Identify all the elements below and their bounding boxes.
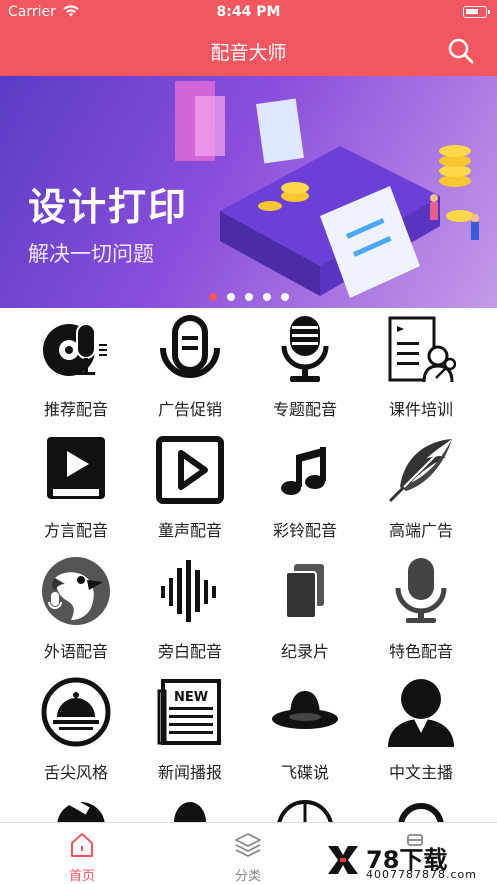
sound-wave-icon — [161, 560, 216, 622]
category-label: 专题配音 — [272, 400, 337, 419]
food-cloche-icon — [41, 677, 111, 747]
banner-page-indicator[interactable] — [0, 286, 497, 305]
home-icon — [71, 833, 93, 857]
category-label: 纪录片 — [280, 642, 329, 661]
category-item-foreign[interactable]: 外语配音 — [16, 550, 136, 671]
category-label: 高端广告 — [388, 521, 453, 540]
category-label: 新闻播报 — [157, 763, 222, 782]
category-label: 方言配音 — [43, 521, 108, 540]
studio-microphone-icon — [281, 316, 329, 382]
page-dot[interactable] — [208, 293, 217, 301]
category-label: 广告促销 — [157, 400, 222, 419]
vinyl-mic-icon — [43, 323, 107, 376]
tab-label: 首页 — [68, 869, 95, 884]
page-dot[interactable] — [244, 293, 253, 301]
presentation-teacher-icon — [388, 316, 456, 383]
play-square-icon — [156, 436, 224, 504]
category-item-ringtone[interactable]: 彩铃配音 — [245, 429, 365, 550]
category-item-topic[interactable]: 专题配音 — [245, 308, 365, 429]
category-item-child-voice[interactable]: 童声配音 — [130, 429, 250, 550]
partial-category-icon — [57, 798, 105, 822]
category-label: 舌尖风格 — [43, 763, 108, 782]
music-note-icon — [281, 447, 326, 495]
layers-icon — [235, 833, 261, 857]
ufo-hat-icon — [272, 691, 338, 729]
watermark-logo-icon — [328, 846, 358, 874]
category-item-documentary[interactable]: 纪录片 — [245, 550, 365, 671]
desk-microphone-icon — [395, 558, 447, 623]
navigation-bar: 配音大师 — [0, 26, 497, 76]
partial-category-icon — [398, 803, 444, 822]
category-item-news[interactable]: NEW 新闻播报 — [130, 671, 250, 792]
category-item-recommend[interactable]: 推荐配音 — [16, 308, 136, 429]
video-book-icon — [47, 437, 105, 499]
category-label: 飞碟说 — [280, 763, 329, 782]
category-item-premium-ads[interactable]: 高端广告 — [361, 429, 481, 550]
page-dot[interactable] — [226, 293, 235, 301]
category-item-tongue-style[interactable]: 舌尖风格 — [16, 671, 136, 792]
copy-cards-icon — [285, 564, 324, 619]
newspaper-icon: NEW — [157, 679, 221, 745]
partial-category-icon — [277, 799, 333, 822]
search-icon[interactable] — [447, 37, 475, 65]
microphone-ring-icon — [160, 315, 220, 378]
battery-icon — [463, 6, 490, 18]
partial-category-icon — [174, 802, 206, 822]
category-label: 旁白配音 — [157, 642, 222, 661]
category-item-ads[interactable]: 广告促销 — [130, 308, 250, 429]
category-item-partial[interactable] — [361, 792, 481, 822]
category-item-partial[interactable] — [16, 792, 136, 822]
feather-icon — [388, 439, 452, 503]
category-label: 彩铃配音 — [272, 521, 337, 540]
category-item-dialect[interactable]: 方言配音 — [16, 429, 136, 550]
svg-text:NEW: NEW — [174, 690, 208, 705]
category-label: 课件培训 — [388, 400, 453, 419]
site-watermark: 78下载 4007787878.com — [324, 840, 489, 882]
parrot-icon — [42, 557, 110, 625]
category-label: 童声配音 — [157, 521, 222, 540]
page-title: 配音大师 — [210, 42, 287, 64]
anchor-person-icon — [388, 679, 454, 747]
banner-headline: 设计打印 — [28, 185, 189, 229]
category-label: 特色配音 — [388, 642, 453, 661]
status-bar: Carrier 8:44 PM — [0, 0, 497, 26]
page-dot[interactable] — [280, 293, 289, 301]
tab-category[interactable]: 分类 — [188, 823, 308, 884]
category-label: 外语配音 — [43, 642, 108, 661]
category-label: 推荐配音 — [43, 400, 108, 419]
category-item-partial[interactable] — [245, 792, 365, 822]
promo-banner[interactable]: 设计打印 解决一切问题 — [0, 76, 497, 308]
tab-label: 分类 — [234, 869, 261, 884]
category-item-featured[interactable]: 特色配音 — [361, 550, 481, 671]
clock-label: 8:44 PM — [216, 4, 281, 20]
page-dot[interactable] — [262, 293, 271, 301]
tab-home[interactable]: 首页 — [22, 823, 142, 884]
category-item-ufo-talk[interactable]: 飞碟说 — [245, 671, 365, 792]
category-item-narration[interactable]: 旁白配音 — [130, 550, 250, 671]
category-label: 中文主播 — [388, 763, 453, 782]
watermark-subtext: 4007787878.com — [366, 868, 477, 881]
banner-subtitle: 解决一切问题 — [28, 242, 154, 266]
category-item-courseware[interactable]: 课件培训 — [361, 308, 481, 429]
category-grid: 推荐配音 广告促销 专题配音 课件培训 方言配音 童声配音 彩铃配音 高端广告 … — [0, 308, 497, 822]
category-item-partial[interactable] — [130, 792, 250, 822]
printer-illustration-icon — [175, 81, 479, 298]
category-item-chinese-anchor[interactable]: 中文主播 — [361, 671, 481, 792]
